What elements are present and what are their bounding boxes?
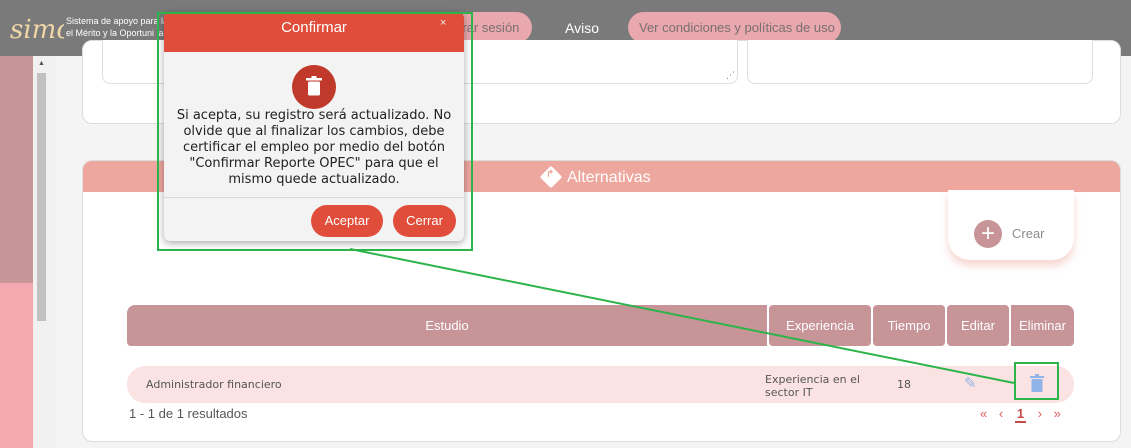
highlight-connector-line <box>349 248 1015 384</box>
